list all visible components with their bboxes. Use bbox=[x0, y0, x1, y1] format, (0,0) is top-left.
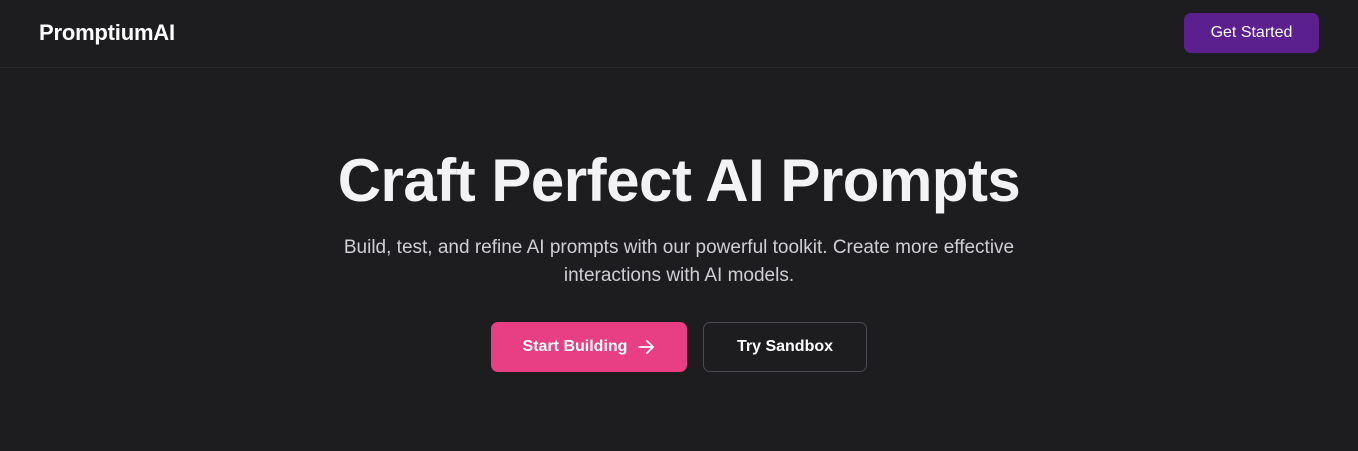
start-building-button[interactable]: Start Building bbox=[491, 322, 687, 372]
hero-subtitle: Build, test, and refine AI prompts with … bbox=[343, 237, 1015, 286]
arrow-right-icon bbox=[637, 338, 655, 356]
brand-logo[interactable]: PromptiumAI bbox=[39, 19, 175, 47]
top-navbar: PromptiumAI Get Started bbox=[0, 0, 1358, 68]
hero-title: Craft Perfect AI Prompts bbox=[337, 147, 1021, 214]
get-started-button[interactable]: Get Started bbox=[1184, 13, 1319, 53]
try-sandbox-button[interactable]: Try Sandbox bbox=[703, 322, 867, 372]
start-building-label: Start Building bbox=[522, 338, 628, 355]
